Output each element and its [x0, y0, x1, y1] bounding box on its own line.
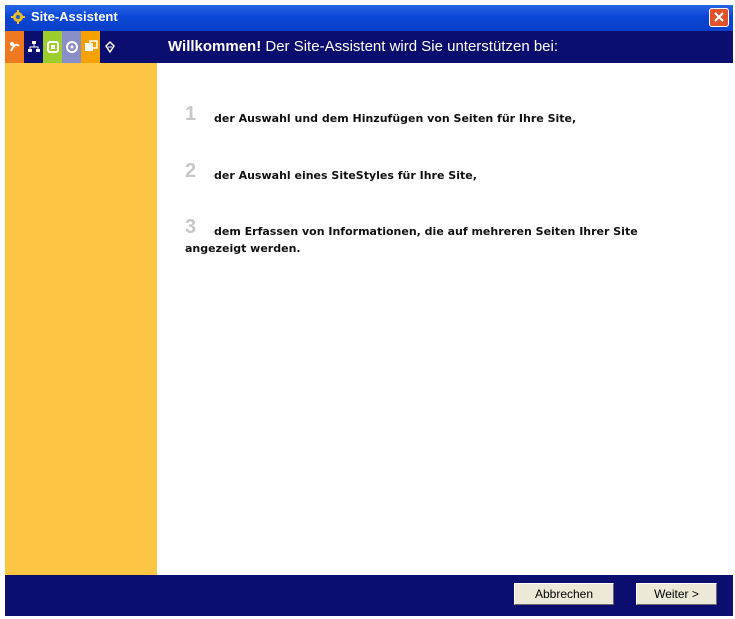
info-icon	[65, 41, 78, 53]
step-welcome[interactable]	[5, 31, 24, 63]
step-style[interactable]	[43, 31, 62, 63]
cancel-button[interactable]: Abbrechen	[514, 583, 614, 605]
step-icons	[5, 31, 157, 63]
window-title: Site-Assistent	[31, 9, 118, 24]
wizard-header: Willkommen! Der Site-Assistent wird Sie …	[5, 31, 733, 63]
sitemap-icon	[27, 41, 40, 52]
item-text: dem Erfassen von Informationen, die auf …	[185, 225, 638, 255]
finish-icon	[104, 40, 115, 54]
style-icon	[46, 41, 59, 53]
gear-icon	[11, 10, 25, 24]
welcome-icon	[9, 42, 20, 52]
sidebar-panel	[5, 63, 157, 575]
title-bar: Site-Assistent	[5, 5, 733, 31]
close-button[interactable]	[709, 8, 729, 27]
page-title: Willkommen! Der Site-Assistent wird Sie …	[168, 38, 558, 55]
step-pages[interactable]	[81, 31, 100, 63]
close-icon	[714, 12, 724, 22]
next-button[interactable]: Weiter >	[636, 583, 717, 605]
title-rest: Der Site-Assistent wird Sie unterstützen…	[261, 38, 559, 55]
item-number: 1	[185, 103, 197, 125]
wizard-footer: Abbrechen Weiter >	[5, 575, 733, 616]
list-item: 3 dem Erfassen von Informationen, die au…	[185, 217, 695, 257]
item-text: der Auswahl und dem Hinzufügen von Seite…	[214, 112, 577, 125]
step-info[interactable]	[62, 31, 81, 63]
pages-icon	[84, 40, 98, 51]
step-sitemap[interactable]	[24, 31, 43, 63]
list-item: 1 der Auswahl und dem Hinzufügen von Sei…	[185, 104, 705, 127]
wizard-window: Site-Assistent Willkommen! Der Site-Assi…	[5, 5, 733, 616]
item-text: der Auswahl eines SiteStyles für Ihre Si…	[214, 169, 477, 182]
item-number: 3	[185, 216, 197, 238]
item-number: 2	[185, 160, 197, 182]
list-item: 2 der Auswahl eines SiteStyles für Ihre …	[185, 161, 705, 184]
title-bold: Willkommen!	[168, 38, 262, 55]
step-finish[interactable]	[100, 31, 119, 63]
content-area: 1 der Auswahl und dem Hinzufügen von Sei…	[157, 63, 733, 575]
